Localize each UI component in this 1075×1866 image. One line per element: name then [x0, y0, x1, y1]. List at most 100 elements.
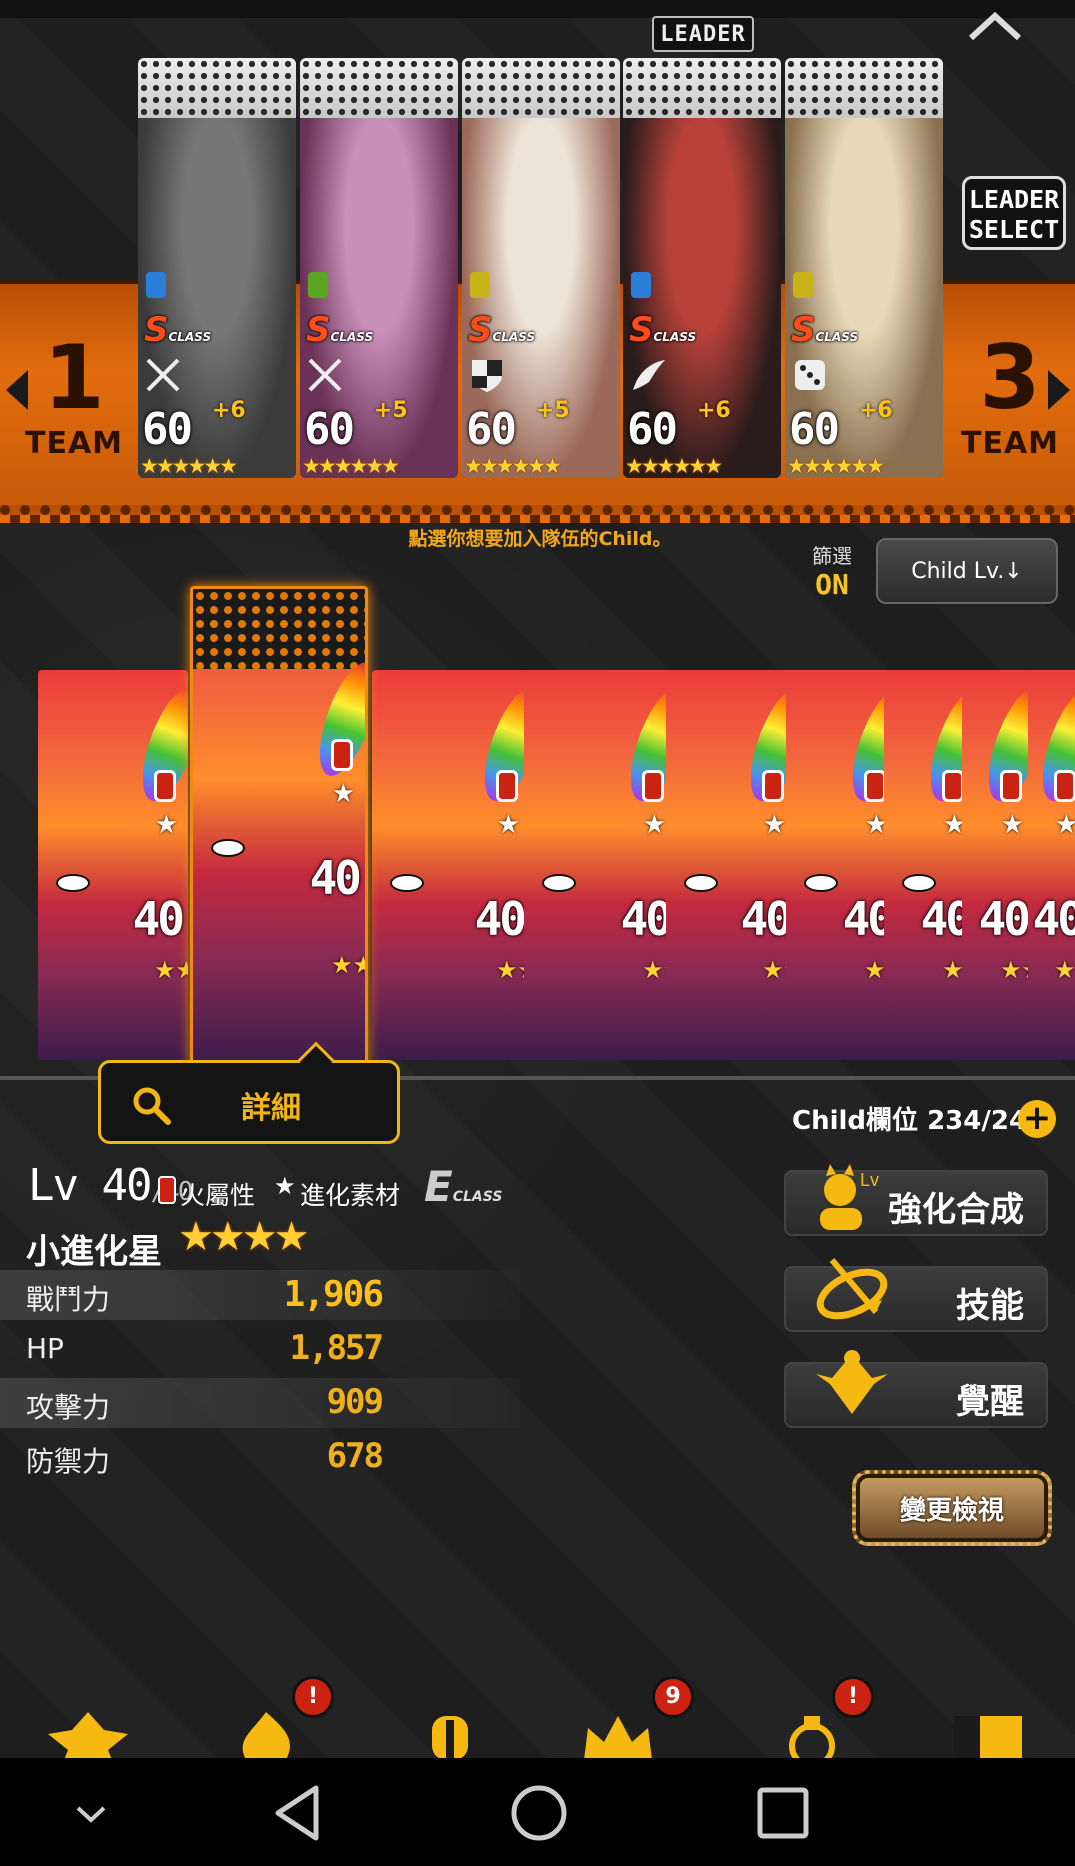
fire-attribute-icon [762, 770, 784, 802]
awaken-icon [816, 1350, 888, 1414]
collapse-icon[interactable] [965, 6, 1025, 46]
member-plus: +5 [374, 398, 408, 423]
child-level: 40 [740, 892, 793, 946]
nav-shield-icon[interactable] [948, 1710, 1028, 1760]
fire-attribute-icon [1000, 770, 1022, 802]
team-member-card[interactable]: SCLASS 60 +5 ★★★★★★ [462, 58, 620, 478]
nav-crown-icon[interactable] [578, 1710, 658, 1760]
child-level: 40 [309, 851, 362, 905]
next-team-button[interactable]: 3 TEAM [950, 330, 1070, 480]
eye [804, 874, 838, 892]
enhance-icon: Lv [820, 1164, 879, 1230]
evolution-star-icon: ★ [762, 810, 786, 840]
back-icon[interactable] [264, 1776, 338, 1850]
evolution-star-icon: ★ [1054, 810, 1075, 840]
shield-icon [472, 360, 502, 392]
child-card[interactable]: ★ 40 ★★★★ [1028, 670, 1075, 1060]
nav-home-icon[interactable] [48, 1710, 128, 1760]
eye [684, 874, 718, 892]
child-stars: ★★★★ [642, 956, 676, 984]
child-stars: ★★★★ [1054, 956, 1075, 984]
home-icon[interactable] [502, 1776, 576, 1850]
nav-fire-icon[interactable] [226, 1710, 306, 1760]
bottom-nav [0, 1630, 1075, 1760]
notification-badge: 9 [652, 1676, 694, 1718]
class-label: SCLASS [144, 310, 212, 350]
status-bar [0, 0, 1075, 18]
skill-button[interactable]: 技能 [784, 1258, 1048, 1332]
member-stars: ★★★★★★ [787, 454, 885, 478]
eye [542, 874, 576, 892]
child-level: 40 [620, 892, 673, 946]
evolution-star-icon: ★ [274, 1172, 296, 1200]
add-slot-icon[interactable]: + [1018, 1100, 1056, 1138]
search-icon [133, 1087, 171, 1125]
enhance-label: 強化合成 [888, 1190, 1024, 1230]
member-plus: +6 [697, 398, 731, 423]
member-plus: +6 [212, 398, 246, 423]
child-card[interactable]: ★40★★★★ [38, 670, 188, 1060]
instruction-text: 點選你想要加入隊伍的Child。 [408, 528, 672, 550]
child-list: ★40★★★★★40★★★★★40★★★★★40★★★★★40★★★★★40★★… [0, 580, 1075, 1080]
child-card-selected[interactable]: ★ 40 ★★★★ [190, 586, 368, 1066]
stat-row-hp: HP 1,857 [26, 1328, 384, 1368]
rarity-stars: ★★★★ [178, 1214, 309, 1260]
member-level: 60 [627, 404, 678, 455]
eye [390, 874, 424, 892]
child-card[interactable]: ★40★★★★ [786, 670, 898, 1060]
awaken-button[interactable]: 覺醒 [784, 1350, 1048, 1428]
member-plus: +5 [536, 398, 570, 423]
swords-icon [308, 358, 342, 392]
member-level: 60 [789, 404, 840, 455]
member-stars: ★★★★★★ [464, 454, 562, 478]
team-member-card[interactable]: SCLASS 60 +6 ★★★★★★ [785, 58, 943, 478]
child-card[interactable]: ★ 40 ★★★★ [666, 670, 796, 1060]
nav-knight-icon[interactable] [410, 1710, 490, 1760]
element-icon [308, 272, 328, 298]
team-member-card[interactable]: SCLASS 60 +6 ★★★★★★ [623, 58, 781, 478]
element-icon [146, 272, 166, 298]
stat-row-attack: 攻擊力 909 [0, 1378, 520, 1428]
recents-icon[interactable] [746, 1776, 820, 1850]
child-level: 40 [474, 892, 527, 946]
class-label: SCLASS [629, 310, 697, 350]
child-card[interactable]: ★40★★★★ [524, 670, 676, 1060]
stat-row-power: 戰鬥力 1,906 [0, 1270, 520, 1320]
team-member-card[interactable]: SCLASS 60 +6 ★★★★★★ [138, 58, 296, 478]
child-level: 40 [132, 892, 185, 946]
team-member-card[interactable]: SCLASS 60 +5 ★★★★★★ [300, 58, 458, 478]
member-stars: ★★★★★★ [140, 454, 238, 478]
enhance-button[interactable]: Lv 強化合成 [784, 1164, 1048, 1236]
prev-team-button[interactable]: 1 TEAM [14, 330, 134, 480]
child-stars: ★★★★ [762, 956, 796, 984]
skill-icon [816, 1258, 888, 1320]
element-icon [793, 272, 813, 298]
leader-tag: LEADER [652, 16, 754, 52]
fire-attribute-icon [942, 770, 964, 802]
nav-potion-icon[interactable] [772, 1710, 852, 1760]
child-level: 40 [1032, 892, 1075, 946]
fire-attribute-icon [864, 770, 886, 802]
detail-button[interactable]: 詳細 [98, 1041, 400, 1144]
child-card[interactable]: ★40★★★★ [372, 670, 530, 1060]
eye [211, 839, 245, 857]
evolution-star-icon: ★ [331, 779, 355, 809]
leader-select-button[interactable]: LEADER SELECT [962, 176, 1066, 250]
halftone-pattern [193, 589, 365, 669]
fire-attribute-icon [154, 770, 176, 802]
awaken-label: 覺醒 [956, 1382, 1024, 1422]
child-stars: ★★★★ [1000, 956, 1034, 984]
member-stars: ★★★★★★ [625, 454, 723, 478]
eye [902, 874, 936, 892]
child-card[interactable]: ★ 40 ★★★★ [962, 670, 1034, 1060]
child-stars: ★★★★ [496, 956, 530, 984]
eye [56, 874, 90, 892]
evolution-star-icon: ★ [1000, 810, 1024, 840]
nav-collapse-icon[interactable] [54, 1776, 128, 1850]
member-level: 60 [466, 404, 517, 455]
class-badge: ECLASS [424, 1162, 503, 1211]
change-view-button[interactable]: 變更檢視 [852, 1470, 1052, 1546]
child-level: 40 [978, 892, 1031, 946]
member-stars: ★★★★★★ [302, 454, 400, 478]
class-label: SCLASS [306, 310, 374, 350]
